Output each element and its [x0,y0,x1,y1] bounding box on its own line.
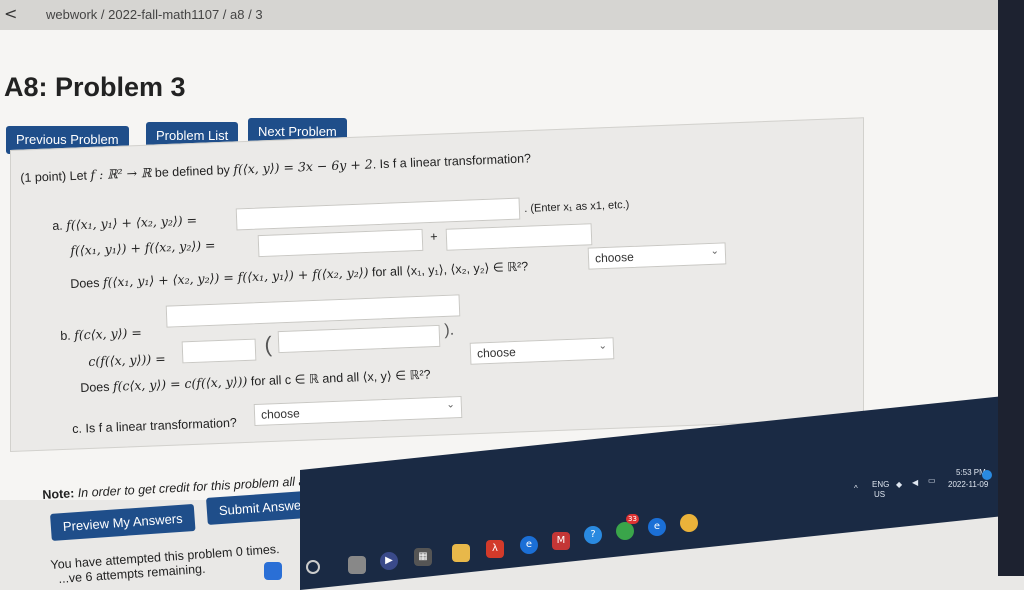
browser-bar: < webwork / 2022-fall-math1107 / a8 / 3 [0,0,1000,31]
chrome-icon[interactable]: 33 [616,514,639,540]
notifications-icon[interactable] [982,470,992,480]
language-code[interactable]: ENG [872,480,889,489]
open-paren: ( [264,331,273,357]
battery-icon[interactable]: ▭ [928,476,936,485]
start-icon[interactable] [264,562,282,580]
breadcrumb[interactable]: webwork / 2022-fall-math1107 / a8 / 3 [46,7,263,22]
monitor-bezel [998,0,1024,576]
folder-icon[interactable] [452,544,470,562]
plus-sign: + [430,229,438,244]
store-icon[interactable]: ▦ [414,548,432,566]
meet-icon[interactable]: ▶ [380,552,398,570]
part-b-c-input[interactable] [181,338,257,364]
part-b-line2: c(f(⟨x, y⟩)) = [88,351,166,369]
volume-icon[interactable]: ◀ [912,478,918,487]
close-paren: ). [444,321,455,339]
tray-chevron-icon[interactable]: ^ [854,484,858,493]
chevron-down-icon: ⌄ [446,399,456,411]
chevron-down-icon: ⌄ [710,245,720,257]
help-icon[interactable]: ? [584,526,602,544]
pdf-icon[interactable]: λ [486,540,504,558]
language-region: US [874,490,886,499]
chrome-canary-icon[interactable] [680,514,698,532]
part-b-line1: b. f(c⟨x, y⟩) = [60,324,143,343]
chevron-down-icon: ⌄ [598,340,608,352]
notification-badge: 33 [626,514,639,524]
back-icon[interactable]: < [4,4,17,23]
edge-icon[interactable]: e [520,536,538,554]
mcafee-icon[interactable]: M [552,532,570,550]
task-view-icon[interactable] [348,556,366,574]
preview-answers-button[interactable]: Preview My Answers [50,503,196,541]
clock-date: 2022-11-09 [948,480,989,489]
wifi-icon[interactable]: ◆ [896,480,902,489]
search-icon[interactable] [306,560,320,574]
page-title: A8: Problem 3 [4,72,186,102]
edge-dev-icon[interactable]: e [648,518,666,536]
